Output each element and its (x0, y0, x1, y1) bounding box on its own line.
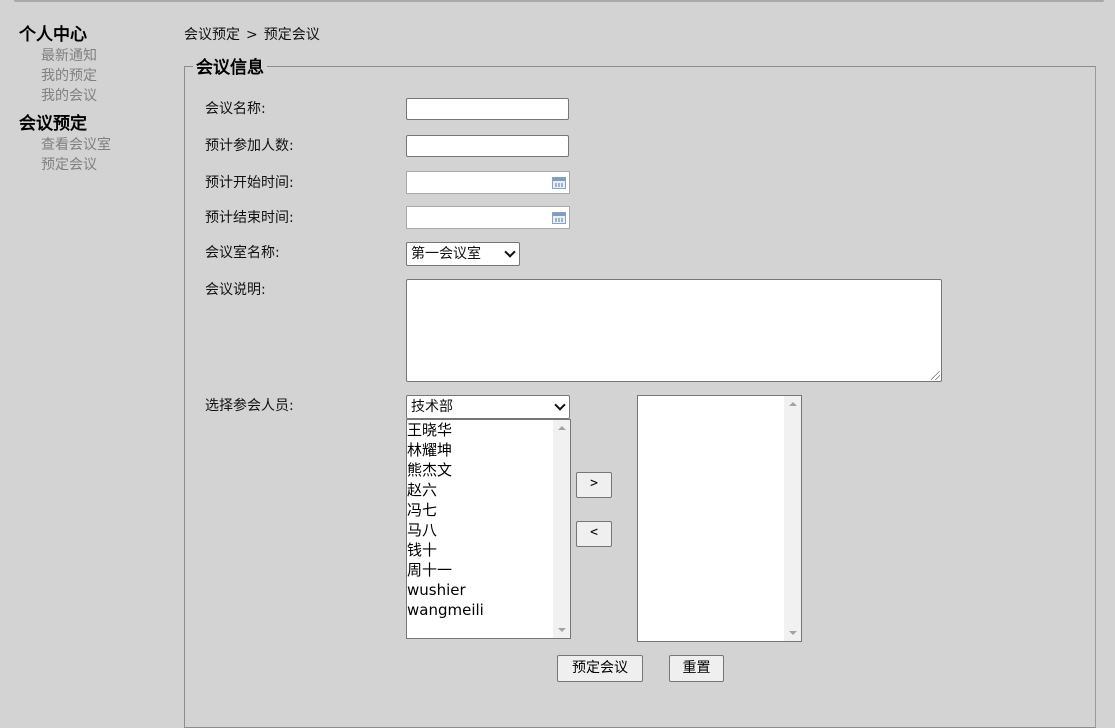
end-time-input[interactable] (406, 206, 570, 229)
top-border-strip (14, 0, 1104, 2)
room-select[interactable]: 第一会议室 (406, 242, 520, 266)
list-item[interactable]: 马八 (407, 520, 570, 540)
sidebar-list: 最新通知 我的预定 我的会议 (19, 46, 169, 106)
list-item[interactable]: 钱十 (407, 540, 570, 560)
meeting-name-label: 会议名称: (205, 101, 266, 117)
calendar-icon[interactable] (552, 212, 566, 224)
meeting-name-input[interactable] (406, 98, 569, 120)
sidebar-item-view-rooms[interactable]: 查看会议室 (41, 135, 169, 155)
room-name-label: 会议室名称: (205, 245, 280, 261)
add-participant-button[interactable]: > (576, 472, 612, 498)
list-item[interactable]: 周十一 (407, 560, 570, 580)
description-label: 会议说明: (205, 282, 266, 298)
reset-button[interactable]: 重置 (669, 655, 724, 682)
department-select[interactable]: 技术部 (406, 395, 570, 419)
sidebar-item-my-meetings[interactable]: 我的会议 (41, 86, 169, 106)
sidebar-group-meeting-booking: 会议预定 查看会议室 预定会议 (19, 113, 169, 175)
selected-list-scrollbar[interactable] (784, 396, 801, 641)
expected-attendees-label: 预计参加人数: (205, 138, 294, 154)
department-select-value: 技术部 (411, 399, 453, 415)
sidebar-group-personal-center: 个人中心 最新通知 我的预定 我的会议 (19, 24, 169, 106)
sidebar: 个人中心 最新通知 我的预定 我的会议 会议预定 查看会议室 预定会议 (19, 24, 169, 181)
scroll-down-icon[interactable] (789, 631, 797, 635)
chevron-down-icon (554, 399, 566, 411)
breadcrumb: 会议预定 > 预定会议 (184, 25, 320, 45)
sidebar-group-title: 个人中心 (19, 25, 87, 45)
list-item[interactable]: wangmeili (407, 600, 570, 620)
remove-participant-button[interactable]: < (576, 521, 612, 547)
available-people-listbox[interactable]: 王晓华 林耀坤 熊杰文 赵六 冯七 马八 钱十 周十一 wushier wang… (406, 419, 571, 639)
start-time-label: 预计开始时间: (205, 175, 294, 191)
calendar-icon[interactable] (552, 177, 566, 189)
selected-people-listbox[interactable] (637, 395, 802, 642)
list-item[interactable]: 赵六 (407, 480, 570, 500)
description-textarea[interactable] (406, 279, 942, 382)
scroll-up-icon[interactable] (789, 402, 797, 406)
available-people-list: 王晓华 林耀坤 熊杰文 赵六 冯七 马八 钱十 周十一 wushier wang… (407, 420, 570, 620)
breadcrumb-separator: > (246, 27, 258, 43)
room-select-value: 第一会议室 (411, 246, 481, 262)
expected-attendees-input[interactable] (406, 135, 569, 157)
chevron-down-icon (504, 246, 516, 258)
sidebar-list: 查看会议室 预定会议 (19, 135, 169, 175)
list-item[interactable]: 林耀坤 (407, 440, 570, 460)
list-item[interactable]: 熊杰文 (407, 460, 570, 480)
list-item[interactable]: 冯七 (407, 500, 570, 520)
submit-booking-button[interactable]: 预定会议 (557, 655, 643, 682)
scroll-up-icon[interactable] (558, 426, 566, 430)
participants-label: 选择参会人员: (205, 398, 294, 414)
resize-grip-icon[interactable] (931, 371, 940, 380)
breadcrumb-parent[interactable]: 会议预定 (184, 27, 240, 43)
scroll-down-icon[interactable] (558, 628, 566, 632)
sidebar-item-book-meeting[interactable]: 预定会议 (41, 155, 169, 175)
available-list-scrollbar[interactable] (553, 420, 570, 638)
breadcrumb-current: 预定会议 (263, 27, 320, 43)
fieldset-legend: 会议信息 (193, 57, 267, 79)
sidebar-item-my-bookings[interactable]: 我的预定 (41, 66, 169, 86)
list-item[interactable]: wushier (407, 580, 570, 600)
list-item[interactable]: 王晓华 (407, 420, 570, 440)
sidebar-group-title: 会议预定 (19, 114, 87, 134)
start-time-input[interactable] (406, 171, 570, 194)
sidebar-item-latest-notices[interactable]: 最新通知 (41, 46, 169, 66)
end-time-label: 预计结束时间: (205, 210, 294, 226)
